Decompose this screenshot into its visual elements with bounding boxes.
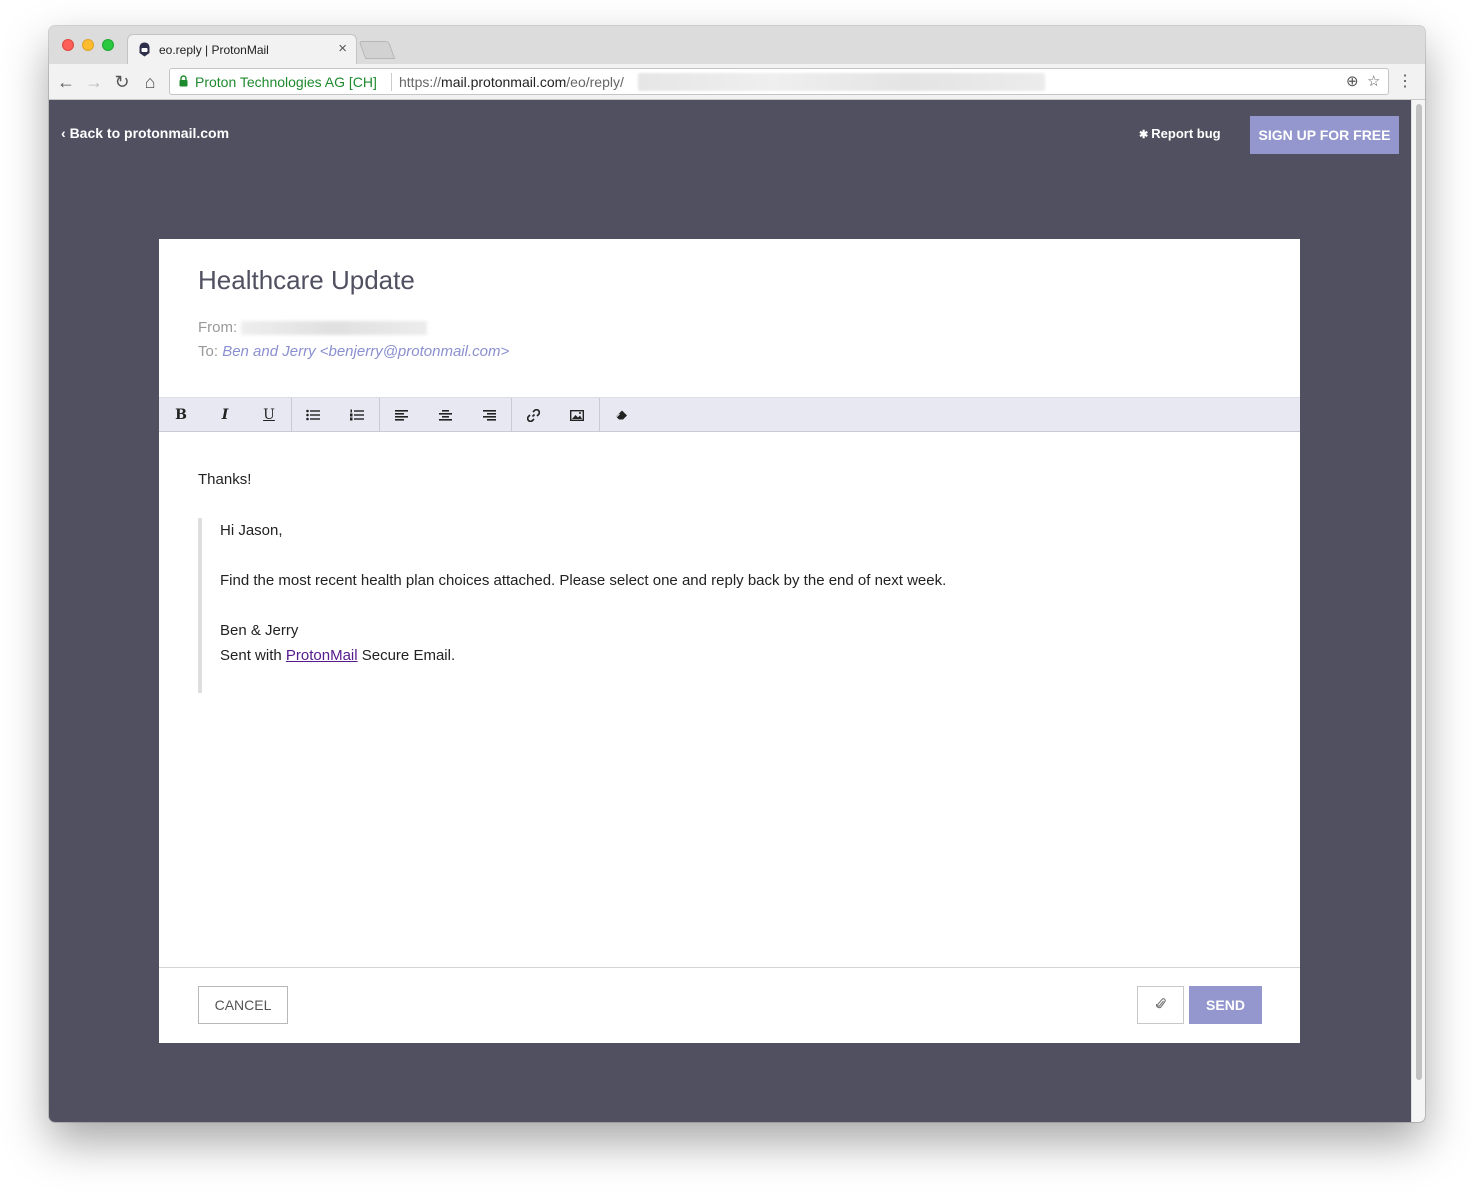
browser-menu-icon[interactable]: ⋮ xyxy=(1397,71,1413,91)
sent-with-prefix: Sent with xyxy=(220,647,286,664)
quote-sent-with: Sent with ProtonMail Secure Email. xyxy=(220,647,455,664)
clear-format-button[interactable] xyxy=(599,398,643,432)
reload-icon[interactable]: ↻ xyxy=(111,71,133,93)
sign-up-button[interactable]: SIGN UP FOR FREE xyxy=(1250,116,1399,154)
editor-toolbar: B I U xyxy=(159,397,1300,432)
paperclip-icon xyxy=(1155,998,1166,1009)
align-right-icon xyxy=(482,409,496,421)
message-subject: Healthcare Update xyxy=(198,265,415,295)
quote-body: Find the most recent health plan choices… xyxy=(220,572,947,589)
align-right-button[interactable] xyxy=(467,398,511,432)
browser-window: eo.reply | ProtonMail × ← → ↻ ⌂ Proton T… xyxy=(49,26,1425,1122)
underline-button[interactable]: U xyxy=(247,398,291,432)
vertical-scrollbar[interactable] xyxy=(1411,100,1425,1122)
quoted-message: Hi Jason, Find the most recent health pl… xyxy=(198,518,1198,693)
quote-signature: Ben & Jerry xyxy=(220,622,299,639)
zoom-window-button[interactable] xyxy=(102,39,114,51)
bug-icon: ✱ xyxy=(1139,129,1152,141)
numbered-list-button[interactable] xyxy=(335,398,379,432)
bookmark-star-icon[interactable]: ☆ xyxy=(1367,72,1380,90)
browser-toolbar: ← → ↻ ⌂ Proton Technologies AG [CH] http… xyxy=(49,64,1425,100)
close-window-button[interactable] xyxy=(62,39,74,51)
align-center-icon xyxy=(438,409,452,421)
url-text: https://mail.protonmail.com/eo/reply/ xyxy=(399,74,624,90)
chevron-left-icon: ‹ xyxy=(61,125,70,141)
protonmail-link[interactable]: ProtonMail xyxy=(286,647,358,664)
image-button[interactable] xyxy=(555,398,599,432)
from-row: From: xyxy=(198,319,428,336)
lock-icon xyxy=(179,75,188,87)
to-label: To: xyxy=(198,343,219,360)
address-bar[interactable]: Proton Technologies AG [CH] https://mail… xyxy=(169,68,1389,95)
redacted-url-segment xyxy=(638,73,1045,91)
browser-tab[interactable]: eo.reply | ProtonMail × xyxy=(127,34,357,64)
tab-title: eo.reply | ProtonMail xyxy=(159,43,269,57)
align-left-button[interactable] xyxy=(379,398,423,432)
link-button[interactable] xyxy=(511,398,555,432)
attach-button[interactable] xyxy=(1137,986,1184,1024)
bullet-list-icon xyxy=(306,409,320,421)
zoom-icon[interactable]: ⊕ xyxy=(1346,72,1359,90)
report-bug-link[interactable]: ✱ Report bug xyxy=(1139,126,1221,141)
url-path: /eo/reply/ xyxy=(566,74,624,90)
numbered-list-icon xyxy=(350,409,364,421)
image-icon xyxy=(569,409,585,421)
align-left-icon xyxy=(394,409,408,421)
back-link-label: Back to protonmail.com xyxy=(69,125,230,141)
protonmail-favicon-icon xyxy=(139,42,150,57)
forward-arrow-icon[interactable]: → xyxy=(83,71,105,93)
home-icon[interactable]: ⌂ xyxy=(139,71,161,93)
from-label: From: xyxy=(198,319,238,336)
report-bug-label: Report bug xyxy=(1151,126,1221,141)
cancel-button[interactable]: CANCEL xyxy=(198,986,288,1024)
secure-origin-label: Proton Technologies AG [CH] xyxy=(195,74,377,90)
page-viewport: ‹ Back to protonmail.com ✱ Report bug SI… xyxy=(49,100,1425,1122)
sent-with-suffix: Secure Email. xyxy=(357,647,456,664)
tab-strip: eo.reply | ProtonMail × xyxy=(49,26,1425,64)
bullet-list-button[interactable] xyxy=(291,398,335,432)
italic-button[interactable]: I xyxy=(203,398,247,432)
align-center-button[interactable] xyxy=(423,398,467,432)
footer-divider xyxy=(159,967,1300,968)
url-scheme: https:// xyxy=(399,74,442,90)
redacted-sender xyxy=(241,321,428,336)
new-tab-button[interactable] xyxy=(358,41,396,59)
url-host: mail.protonmail.com xyxy=(441,74,567,90)
composer-card: Healthcare Update From: To: Ben and Jerr… xyxy=(159,239,1300,1043)
address-separator xyxy=(391,73,392,91)
back-arrow-icon[interactable]: ← xyxy=(55,71,77,93)
link-icon xyxy=(526,408,540,422)
reply-text: Thanks! xyxy=(198,471,252,488)
close-tab-icon[interactable]: × xyxy=(338,40,347,57)
eraser-icon xyxy=(615,410,627,420)
send-button[interactable]: SEND xyxy=(1189,986,1262,1024)
scrollbar-thumb[interactable] xyxy=(1416,104,1422,1080)
back-to-protonmail-link[interactable]: ‹ Back to protonmail.com xyxy=(61,125,229,141)
recipient-value: Ben and Jerry <benjerry@protonmail.com> xyxy=(222,343,510,360)
minimize-window-button[interactable] xyxy=(82,39,94,51)
quote-greeting: Hi Jason, xyxy=(220,522,283,539)
bold-button[interactable]: B xyxy=(159,398,203,432)
to-row: To: Ben and Jerry <benjerry@protonmail.c… xyxy=(198,343,509,360)
